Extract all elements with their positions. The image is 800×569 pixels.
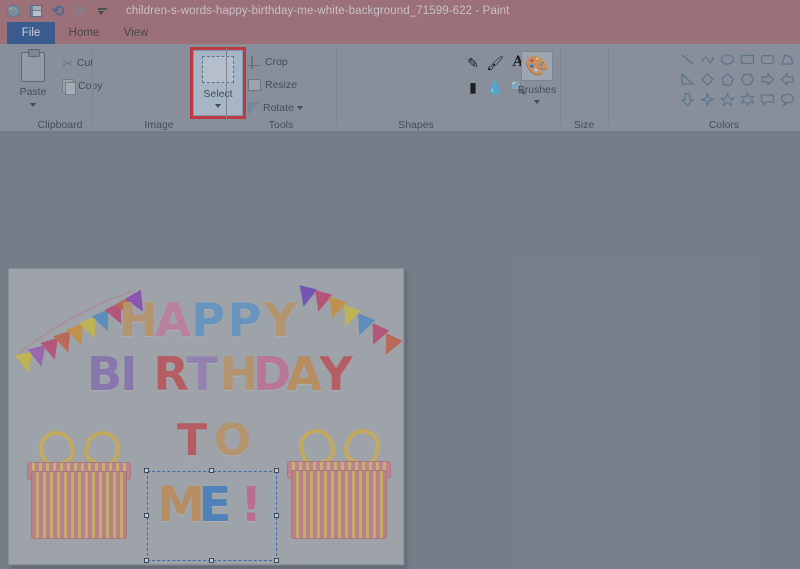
selection-marquee[interactable] [147,471,277,561]
paint-logo-icon[interactable] [4,2,24,20]
ribbon-group-image: Select Crop Resize Rotate Image [92,44,303,132]
title-bar: ⟳ ⟳ children-s-words-happy-birthday-me-w… [0,0,800,22]
selection-handle[interactable] [144,513,149,518]
selection-handle[interactable] [209,558,214,563]
artwork-letter: A [286,347,322,401]
ribbon-group-size: Size Size [560,44,608,132]
shapes-group-label: Shapes [398,119,434,131]
cut-label: Cut [76,57,94,69]
selection-handle[interactable] [274,513,279,518]
artwork-letter: Y [263,293,298,347]
work-area[interactable]: H A P P Y B I R T H D A Y T O M E! [0,132,800,569]
window-title: children-s-words-happy-birthday-me-white… [126,5,510,17]
tools-group-label: Tools [268,119,294,131]
image-group-label: Image [144,119,174,131]
paste-label: Paste [19,86,47,98]
artwork-letter: A [155,293,191,347]
artwork-letter: T [186,347,218,401]
gift-box-right [287,424,391,539]
ribbon: Paste ✂ Cut Copy Clipboard Select Crop R… [0,44,800,132]
gift-box-left [27,426,131,539]
artwork-letter: B [87,347,123,401]
artwork-letter: Y [319,347,353,401]
artwork-letter: I [120,347,138,401]
colors-group-label: Colors [708,119,740,131]
redo-icon[interactable]: ⟳ [70,2,90,20]
copy-icon [62,79,76,95]
customize-quick-access-caret[interactable] [92,2,112,20]
save-icon[interactable] [26,2,46,20]
selection-handle[interactable] [274,468,279,473]
paint-window: ⟳ ⟳ children-s-words-happy-birthday-me-w… [0,0,800,569]
selection-handle[interactable] [144,468,149,473]
ribbon-group-tools: ✎ 🖌 A ▮ 💧 🔍 🎨 Brushes Tools [226,44,556,132]
artwork-letter: P [191,293,226,347]
ribbon-group-shapes: Outline Fill Shapes [336,44,795,132]
quick-access-toolbar: ⟳ ⟳ [0,2,112,20]
select-caret-icon[interactable] [215,104,221,108]
undo-icon[interactable]: ⟳ [48,2,68,20]
selection-handle[interactable] [209,468,214,473]
artwork-letter: P [227,293,262,347]
tab-view[interactable]: View [112,22,160,44]
artwork-letter: H [119,293,158,347]
paste-button[interactable]: Paste [8,48,58,116]
ribbon-group-colors: Color 1 Color 2 Colors [608,44,800,132]
artwork-letter: O [213,415,252,466]
tab-file[interactable]: File [7,22,55,44]
tab-home[interactable]: Home [60,22,108,44]
artwork-letter: T [177,415,208,466]
ribbon-tabs: File Home View [0,22,800,44]
clipboard-icon [21,49,45,82]
image-canvas[interactable]: H A P P Y B I R T H D A Y T O M E! [8,268,404,565]
scissors-icon: ✂ [62,55,73,71]
selection-handle[interactable] [274,558,279,563]
artwork-letter: R [153,347,189,401]
paste-caret-icon[interactable] [30,103,36,107]
size-group-label: Size [573,119,595,131]
selection-handle[interactable] [144,558,149,563]
